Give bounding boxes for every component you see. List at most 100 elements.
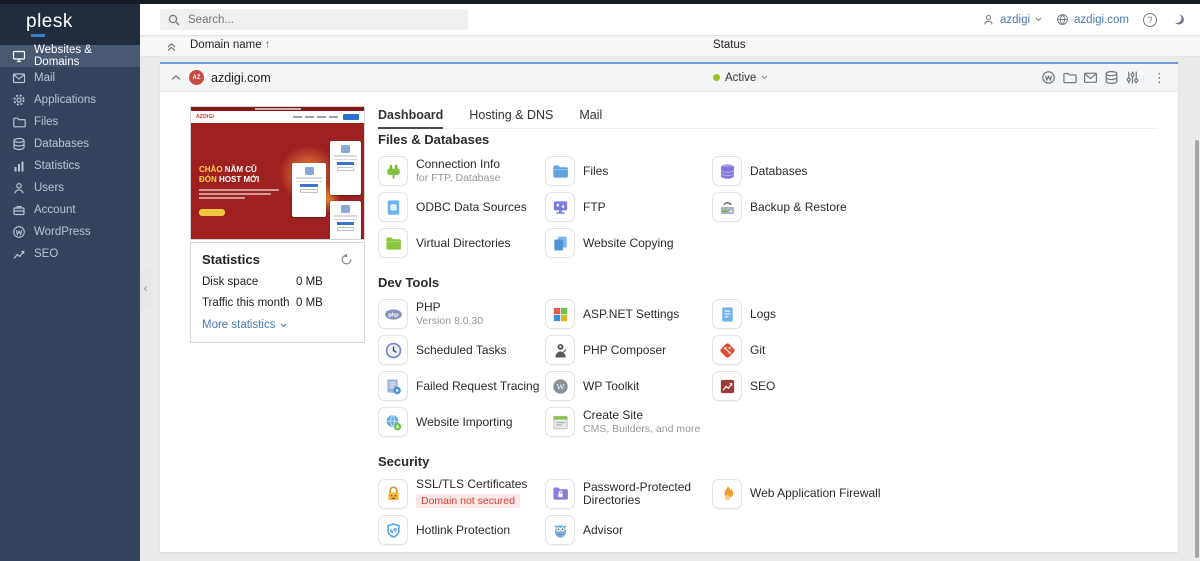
- tool-aspnet-settings[interactable]: ASP.NET Settings: [545, 299, 712, 329]
- tool-seo[interactable]: SEO: [712, 371, 1162, 401]
- search-input[interactable]: [186, 12, 460, 27]
- domain-card: AZ azdigi.com Active ⋮ AZDIGI CHÀO NĂM C…: [160, 62, 1178, 552]
- sidebar-item-websites-domains[interactable]: Websites & Domains: [0, 44, 140, 68]
- copy-pages-icon: [545, 228, 575, 258]
- wordpress-icon[interactable]: [1041, 70, 1056, 85]
- tab-mail[interactable]: Mail: [579, 108, 602, 129]
- sidebar-item-databases[interactable]: Databases: [0, 133, 140, 155]
- git-icon: [712, 335, 742, 365]
- clock-icon: [378, 335, 408, 365]
- sidebar-nav: Websites & Domains Mail Applications Fil…: [0, 44, 140, 265]
- sidebar-collapse-handle[interactable]: ‹: [140, 268, 151, 310]
- sidebar-item-users[interactable]: Users: [0, 177, 140, 199]
- tool-hotlink-protection[interactable]: Hotlink Protection: [378, 515, 545, 545]
- sidebar-item-label: Websites & Domains: [34, 44, 92, 68]
- tool-web-application-firewall[interactable]: Web Application Firewall: [712, 478, 1162, 509]
- tool-odbc[interactable]: ODBC Data Sources: [378, 192, 545, 222]
- sidebar-item-account[interactable]: Account: [0, 199, 140, 221]
- collapse-all-icon[interactable]: [166, 41, 177, 52]
- statistics-panel: Statistics Disk space 0 MB Traffic this …: [190, 242, 365, 343]
- status-badge[interactable]: Active: [713, 72, 768, 84]
- refresh-icon[interactable]: [340, 253, 353, 266]
- user-icon: [12, 181, 26, 195]
- tab-dashboard[interactable]: Dashboard: [378, 108, 444, 129]
- window-top-strip: [0, 0, 1200, 4]
- tool-website-copying[interactable]: Website Copying: [545, 228, 712, 258]
- sidebar-item-seo[interactable]: SEO: [0, 243, 140, 265]
- composer-icon: [545, 335, 575, 365]
- user-menu[interactable]: azdigi: [982, 13, 1042, 26]
- tool-php-composer[interactable]: PHP Composer: [545, 335, 712, 365]
- shield-link-icon: [378, 515, 408, 545]
- sidebar-item-label: Databases: [34, 138, 89, 150]
- sidebar-item-statistics[interactable]: Statistics: [0, 155, 140, 177]
- search-box[interactable]: [160, 9, 468, 30]
- vertical-scrollbar[interactable]: [1195, 140, 1199, 558]
- folder-green-icon: [378, 228, 408, 258]
- sort-by-domain-name[interactable]: Domain name ↑: [190, 39, 271, 51]
- wp-toolkit-icon: W: [545, 371, 575, 401]
- tool-create-site[interactable]: Create Site CMS, Builders, and more: [545, 407, 712, 437]
- chevron-down-icon: [1035, 17, 1042, 22]
- tool-databases[interactable]: Databases: [712, 156, 1162, 186]
- create-site-icon: [545, 407, 575, 437]
- tool-website-importing[interactable]: Website Importing: [378, 407, 545, 437]
- sidebar: plesk Websites & Domains Mail Applicatio…: [0, 0, 140, 561]
- tool-scheduled-tasks[interactable]: Scheduled Tasks: [378, 335, 545, 365]
- tool-virtual-directories[interactable]: Virtual Directories: [378, 228, 545, 258]
- domain-quick-actions: ⋮: [1041, 70, 1166, 85]
- stat-value: 0 MB: [296, 297, 323, 309]
- tool-connection-info[interactable]: Connection Info for FTP, Database: [378, 156, 545, 186]
- dark-mode-moon-icon[interactable]: [1171, 12, 1186, 27]
- tool-files[interactable]: Files: [545, 156, 712, 186]
- tool-wp-toolkit[interactable]: W WP Toolkit: [545, 371, 712, 401]
- svg-text:W: W: [556, 381, 565, 391]
- sidebar-item-wordpress[interactable]: WordPress: [0, 221, 140, 243]
- plesk-logo[interactable]: plesk: [0, 0, 140, 45]
- sidebar-item-mail[interactable]: Mail: [0, 67, 140, 89]
- site-preview-thumbnail[interactable]: AZDIGI CHÀO NĂM CŨ ĐÓN HOST MỚI: [190, 106, 365, 240]
- more-statistics-link[interactable]: More statistics: [202, 319, 353, 331]
- tool-logs[interactable]: Logs: [712, 299, 1162, 329]
- wordpress-icon: [12, 225, 26, 239]
- tool-ftp[interactable]: FTP: [545, 192, 712, 222]
- database-icon[interactable]: [1104, 70, 1119, 85]
- gear-icon: [12, 93, 26, 107]
- open-site-link[interactable]: azdigi.com: [1056, 13, 1129, 26]
- domain-name-column-header: Domain name: [190, 39, 262, 51]
- tool-git[interactable]: Git: [712, 335, 1162, 365]
- tool-ssl-certificates[interactable]: SSL/TLS Certificates Domain not secured: [378, 478, 545, 509]
- sidebar-item-label: Statistics: [34, 160, 81, 172]
- folder-icon[interactable]: [1062, 70, 1077, 85]
- tool-php[interactable]: php PHP Version 8.0.30: [378, 299, 545, 329]
- mail-icon[interactable]: [1083, 70, 1098, 85]
- kebab-menu-icon[interactable]: ⋮: [1153, 71, 1166, 84]
- tab-hosting-dns[interactable]: Hosting & DNS: [469, 108, 553, 129]
- tool-failed-request-tracing[interactable]: Failed Request Tracing: [378, 371, 545, 401]
- mail-icon: [12, 71, 26, 85]
- seo-tool-icon: [712, 371, 742, 401]
- sidebar-item-label: Account: [34, 204, 76, 216]
- search-icon: [168, 14, 180, 26]
- plesk-logo-underline: [31, 34, 45, 37]
- collapse-card-icon[interactable]: [171, 74, 181, 81]
- person-icon: [984, 14, 993, 25]
- sidebar-item-applications[interactable]: Applications: [0, 89, 140, 111]
- sidebar-item-label: Mail: [34, 72, 56, 84]
- stat-row-traffic: Traffic this month 0 MB: [202, 297, 323, 309]
- tool-advisor[interactable]: Advisor: [545, 515, 712, 545]
- domain-name[interactable]: azdigi.com: [211, 71, 271, 85]
- tool-backup-restore[interactable]: Backup & Restore: [712, 192, 1162, 222]
- section-dev-tools: Dev Tools php PHP Version 8.0.30 ASP.NET …: [378, 275, 1162, 437]
- tool-password-protected-directories[interactable]: Password-Protected Directories: [545, 478, 712, 509]
- section-title: Dev Tools: [378, 275, 440, 290]
- globe-import-icon: [378, 407, 408, 437]
- stat-row-disk-space: Disk space 0 MB: [202, 276, 323, 288]
- aspnet-squares-icon: [545, 299, 575, 329]
- request-tracing-icon: [378, 371, 408, 401]
- sidebar-item-files[interactable]: Files: [0, 111, 140, 133]
- sliders-icon[interactable]: [1125, 70, 1140, 85]
- help-icon[interactable]: ?: [1143, 12, 1157, 27]
- php-icon: php: [378, 299, 408, 329]
- ftp-monitor-icon: [545, 192, 575, 222]
